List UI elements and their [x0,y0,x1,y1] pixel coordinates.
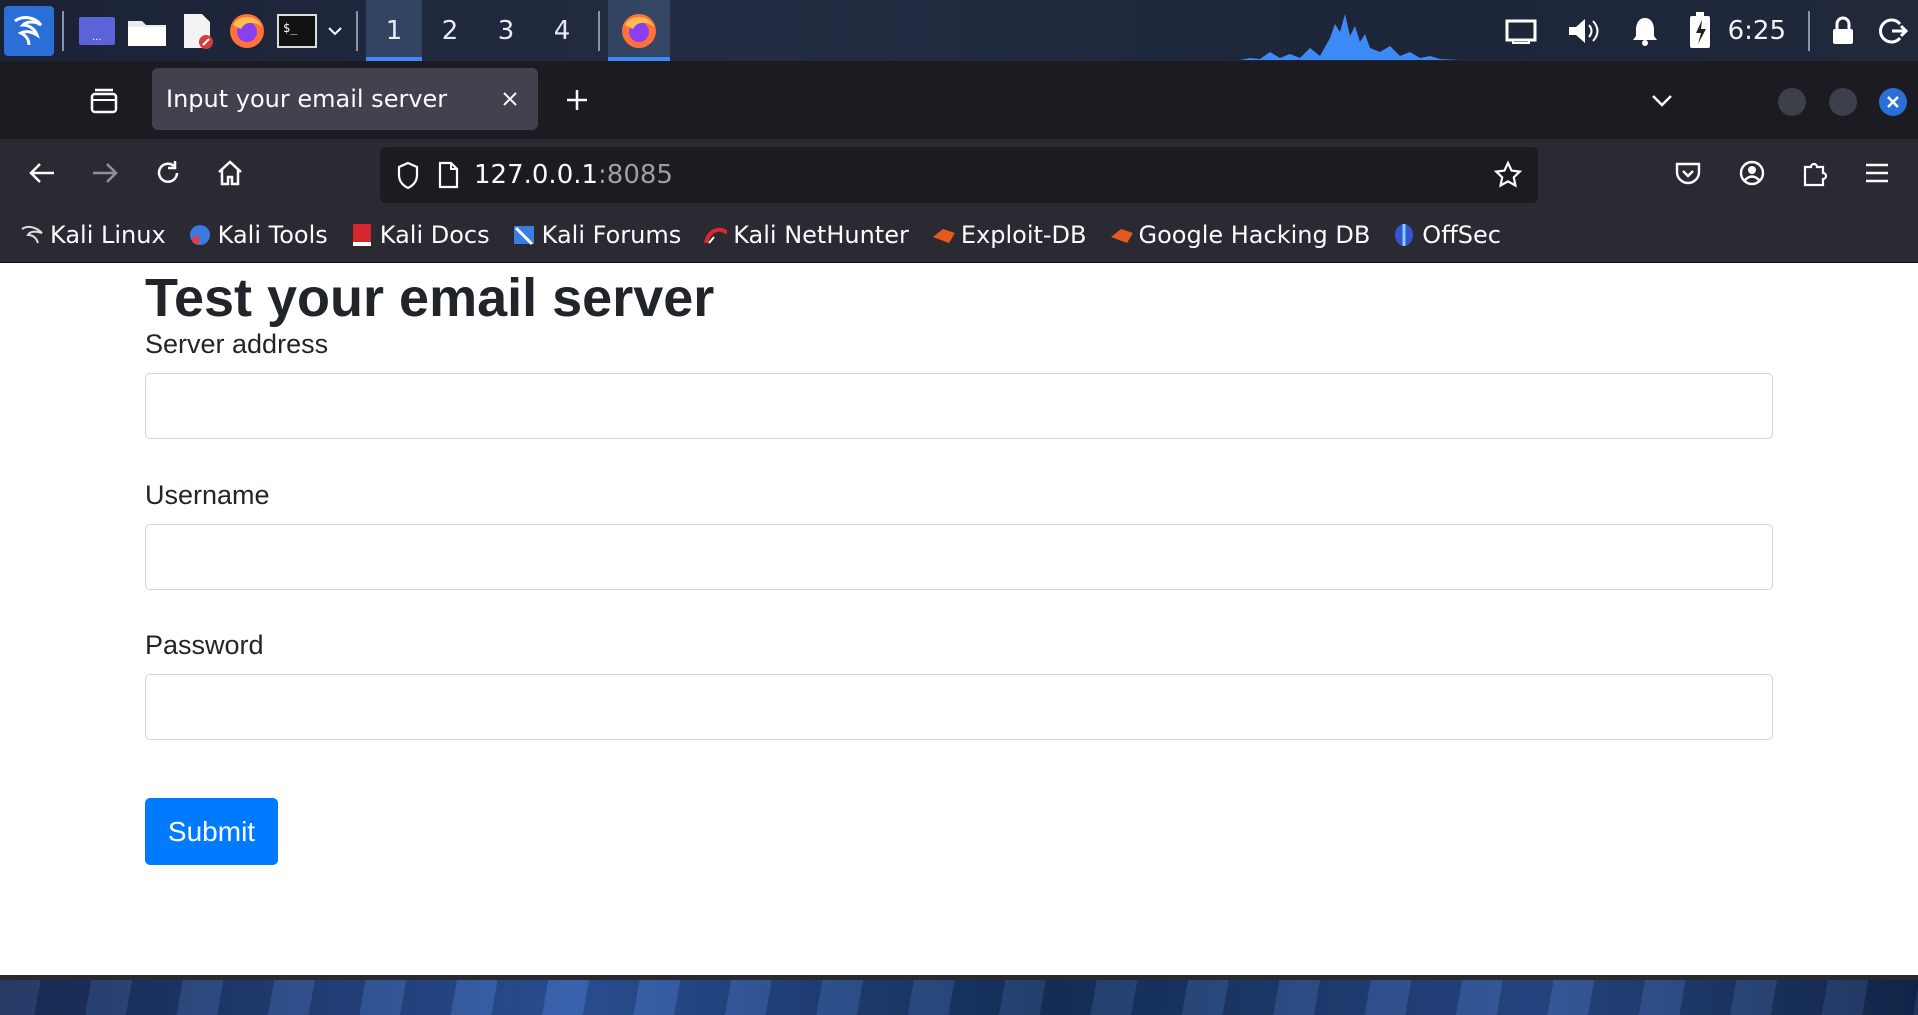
tab-title: Input your email server [166,85,448,113]
bookmark-google-hacking-db[interactable]: Google Hacking DB [1109,220,1371,249]
page-content: Test your email server Server address Us… [0,263,1918,980]
close-window-button[interactable] [1879,88,1907,116]
bookmark-kali-tools[interactable]: Kali Tools [188,221,328,249]
window-bottom-border [0,975,1918,980]
bookmark-label: Kali NetHunter [733,220,909,249]
new-tab-icon[interactable] [557,80,597,120]
workspace-1[interactable]: 1 [366,0,422,61]
back-arrow-icon[interactable] [22,153,62,193]
navigation-toolbar: 127.0.0.1:8085 [0,139,1918,207]
minimize-window-button[interactable] [1778,88,1806,116]
ghdb-icon [1109,223,1133,247]
workspace-3[interactable]: 3 [478,0,534,61]
panel-separator [1808,10,1810,51]
exploit-db-icon [931,223,955,247]
page-title: Test your email server [145,268,715,328]
close-icon [1887,96,1899,108]
terminal-icon[interactable]: $_ [272,0,322,61]
text-editor-icon[interactable] [172,0,222,61]
logout-icon[interactable] [1868,0,1918,61]
kali-tools-icon [188,223,212,247]
tab-list-icon[interactable] [84,81,124,121]
address-bar[interactable]: 127.0.0.1:8085 [380,147,1538,203]
bookmark-exploit-db[interactable]: Exploit-DB [931,221,1087,249]
maximize-window-button[interactable] [1829,88,1857,116]
home-icon[interactable] [210,153,250,193]
bookmark-kali-docs[interactable]: Kali Docs [350,221,490,249]
bookmark-label: Kali Linux [50,220,166,249]
bookmark-star-icon[interactable] [1488,155,1528,195]
show-desktop-icon[interactable]: ... [72,0,122,61]
hamburger-menu-icon[interactable] [1857,153,1897,193]
page-icon[interactable] [428,155,468,195]
url-text[interactable]: 127.0.0.1:8085 [474,160,1488,190]
username-input[interactable] [145,524,1773,590]
top-panel: ... $_ 1 2 3 4 6:25 [0,0,1918,61]
pocket-icon[interactable] [1668,153,1708,193]
account-icon[interactable] [1732,153,1772,193]
offsec-icon [1392,223,1416,247]
desktop-wallpaper [0,980,1918,1015]
tab-bar: Input your email server [0,61,1918,139]
bookmark-label: Exploit-DB [960,220,1087,249]
firefox-icon [622,13,656,48]
url-port: :8085 [598,160,673,190]
panel-separator [62,10,64,51]
url-host: 127.0.0.1 [474,160,599,190]
firefox-window-button[interactable] [608,0,670,61]
battery-charging-icon[interactable] [1676,0,1724,61]
reload-icon[interactable] [148,153,188,193]
kali-dragon-icon [20,223,44,247]
cpu-usage-graph [1240,14,1460,60]
bookmark-label: OffSec [1422,220,1501,249]
bookmark-label: Kali Tools [217,220,328,249]
bookmark-offsec[interactable]: OffSec [1392,221,1501,249]
bookmark-label: Kali Forums [541,220,682,249]
list-all-tabs-icon[interactable] [1642,80,1682,120]
bookmarks-toolbar: Kali Linux Kali Tools Kali Docs Kali For… [0,207,1918,263]
username-label: Username [145,480,270,510]
workspace-4[interactable]: 4 [534,0,590,61]
kali-forums-icon [512,223,536,247]
notifications-bell-icon[interactable] [1614,0,1676,61]
kali-menu-icon[interactable] [4,5,54,56]
workspace-2[interactable]: 2 [422,0,478,61]
display-icon[interactable] [1490,0,1552,61]
close-tab-icon[interactable] [490,79,530,119]
svg-text:...: ... [92,32,102,43]
bookmark-label: Google Hacking DB [1138,220,1371,249]
bookmark-label: Kali Docs [379,220,490,249]
shield-icon[interactable] [388,155,428,195]
submit-button[interactable]: Submit [145,798,278,865]
panel-separator [356,10,358,51]
bookmark-kali-nethunter[interactable]: Kali NetHunter [703,221,909,249]
server-address-label: Server address [145,329,329,359]
chevron-down-icon[interactable] [322,0,348,61]
panel-separator [598,10,600,51]
forward-arrow-icon[interactable] [85,153,125,193]
clock[interactable]: 6:25 [1724,16,1800,46]
bookmark-kali-forums[interactable]: Kali Forums [512,220,682,249]
firefox-launcher-icon[interactable] [222,0,272,61]
volume-icon[interactable] [1552,0,1614,61]
browser-window: Input your email server 127.0.0.1:8085 K… [0,61,1918,980]
server-address-input[interactable] [145,373,1773,439]
extensions-icon[interactable] [1795,153,1835,193]
nethunter-icon [703,223,728,247]
file-manager-icon[interactable] [122,0,172,61]
password-label: Password [145,630,264,660]
bookmark-kali-linux[interactable]: Kali Linux [20,221,166,249]
password-input[interactable] [145,674,1773,740]
tab-active[interactable]: Input your email server [152,68,538,130]
kali-docs-icon [350,223,374,247]
svg-text:$_: $_ [283,21,298,35]
system-tray: 6:25 [1490,0,1918,61]
lock-screen-icon[interactable] [1818,0,1868,61]
